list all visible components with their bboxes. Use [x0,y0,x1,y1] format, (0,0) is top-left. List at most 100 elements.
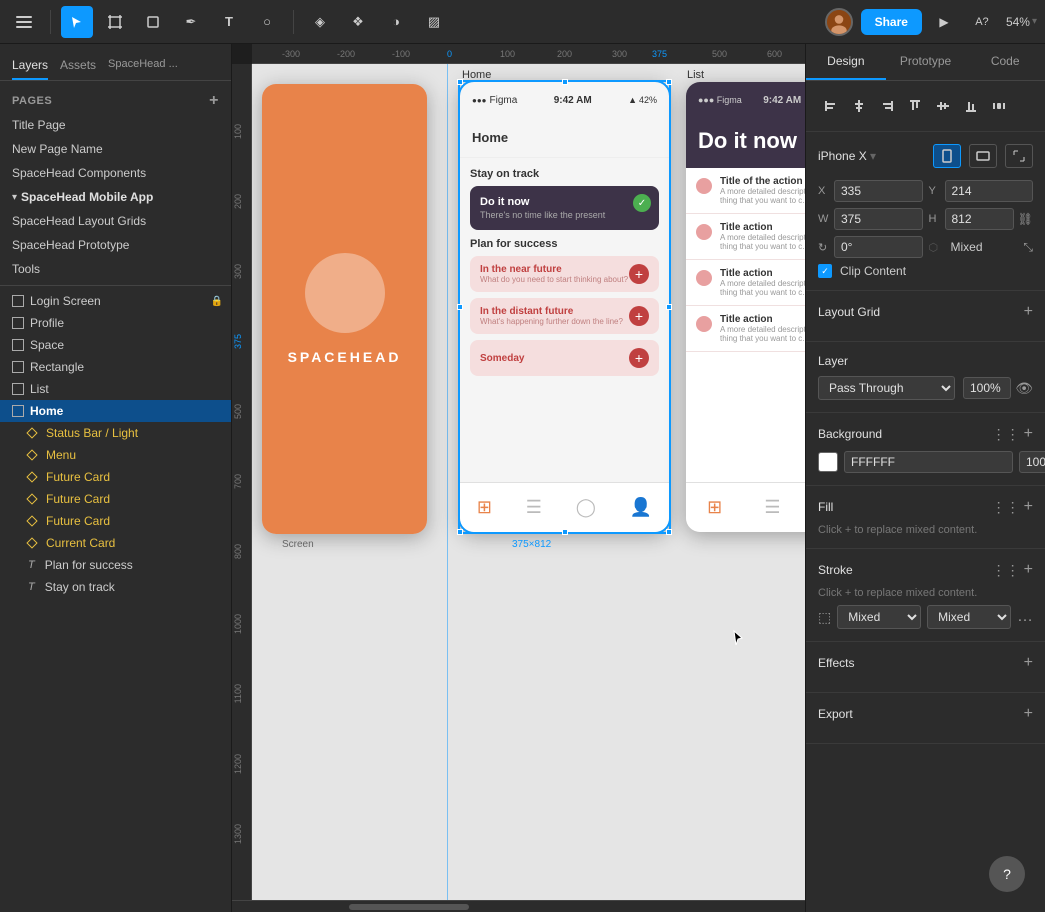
home-tab-icon[interactable]: ⊞ [477,497,492,518]
page-item-newpage[interactable]: New Page Name [0,137,231,161]
add-layout-grid-button[interactable]: + [1024,303,1033,321]
components-button[interactable]: ❖ [342,6,374,38]
visibility-toggle[interactable]: 👁 [1015,380,1033,397]
text-tool-button[interactable]: T [213,6,245,38]
page-item-grids[interactable]: SpaceHead Layout Grids [0,209,231,233]
align-bottom-button[interactable] [958,93,984,119]
tab-assets[interactable]: Assets [60,52,96,80]
expand-button[interactable]: ⤡ [1023,240,1033,255]
pen-tool-button[interactable]: ✒ [175,6,207,38]
profile-tab-icon[interactable]: 👤 [630,497,652,518]
layer-profile[interactable]: Profile [0,312,231,334]
layer-home[interactable]: Home [0,400,231,422]
comment-tool-button[interactable]: ○ [251,6,283,38]
layer-space[interactable]: Space [0,334,231,356]
tab-spacehead[interactable]: SpaceHead ... [108,52,178,80]
grid-icon[interactable]: ⋮⋮ [992,426,1020,443]
plugins-button[interactable]: ◈ [304,6,336,38]
diamond-icon-currentcard [26,537,37,548]
tab-prototype[interactable]: Prototype [886,44,966,80]
add-background-button[interactable]: + [1024,425,1033,443]
align-center-h-button[interactable] [846,93,872,119]
chat-tab-icon[interactable]: ◯ [576,497,596,518]
layer-menu[interactable]: Menu [0,444,231,466]
frame-splash[interactable]: SPACEHEAD [262,84,427,534]
scrollbar-horizontal[interactable] [232,900,805,912]
handle-tr[interactable] [666,79,672,85]
layer-future-card-1[interactable]: Future Card [0,466,231,488]
bg-color-input[interactable] [844,451,1013,473]
opacity-input[interactable] [963,377,1011,399]
layer-login-screen[interactable]: Login Screen 🔒 [0,290,231,312]
add-button-distant[interactable]: + [629,306,649,326]
frame-home[interactable]: ●●● Figma 9:42 AM ▲ 42% Home Stay on tra… [460,82,669,532]
stroke-grid-icon[interactable]: ⋮⋮ [992,562,1020,579]
stroke-type-select[interactable]: Mixed [837,605,921,629]
page-item-mobileapp[interactable]: ▾ SpaceHead Mobile App [0,185,231,209]
tab-design[interactable]: Design [806,44,886,80]
clip-content-checkbox[interactable]: ✓ [818,264,832,278]
device-resize-button[interactable] [1005,144,1033,168]
contrast-button[interactable]: ◑ [380,6,412,38]
x-input[interactable] [834,180,923,202]
page-item-title[interactable]: Title Page [0,113,231,137]
add-fill-button[interactable]: + [1024,498,1033,516]
rotation-input[interactable] [834,236,923,258]
share-button[interactable]: Share [861,9,922,35]
select-tool-button[interactable] [61,6,93,38]
layer-stay-track[interactable]: T Stay on track [0,576,231,598]
layer-rectangle[interactable]: Rectangle [0,356,231,378]
layer-statusbar[interactable]: Status Bar / Light [0,422,231,444]
page-item-tools[interactable]: Tools [0,257,231,281]
layer-current-card[interactable]: Current Card [0,532,231,554]
avatar[interactable] [825,8,853,36]
menu-button[interactable] [8,6,40,38]
stroke-more-button[interactable]: … [1017,608,1033,626]
fill-grid-icon[interactable]: ⋮⋮ [992,499,1020,516]
help-button[interactable]: ? [989,856,1025,892]
shape-tool-button[interactable] [137,6,169,38]
add-page-button[interactable]: + [209,93,219,109]
bg-color-swatch[interactable] [818,452,838,472]
layer-list[interactable]: List [0,378,231,400]
present-button[interactable]: ▶ [930,8,958,36]
page-item-components[interactable]: SpaceHead Components [0,161,231,185]
scroll-thumb[interactable] [349,904,469,910]
add-button-near[interactable]: + [629,264,649,284]
mixed-field: ⬡ Mixed ⤡ [929,237,1034,257]
device-portrait-button[interactable] [933,144,961,168]
layer-future-card-2[interactable]: Future Card [0,488,231,510]
layer-plan-success[interactable]: T Plan for success [0,554,231,576]
bg-opacity-input[interactable] [1019,451,1045,473]
zoom-indicator[interactable]: 54% ▾ [1006,15,1037,29]
list-home-icon[interactable]: ⊞ [707,497,722,518]
stroke-size-select[interactable]: Mixed [927,605,1011,629]
layer-section: Layer Pass Through 👁 [806,342,1045,413]
frame-list[interactable]: ●●● Figma 9:42 AM ▲ 42% Do it now Title [686,82,805,532]
layer-future-card-3[interactable]: Future Card [0,510,231,532]
tab-code[interactable]: Code [965,44,1045,80]
align-center-v-button[interactable] [930,93,956,119]
page-item-prototype[interactable]: SpaceHead Prototype [0,233,231,257]
constrain-proportions-button[interactable]: ⛓ [1018,212,1033,226]
layout-button[interactable]: ▨ [418,6,450,38]
add-export-button[interactable]: + [1024,705,1033,723]
w-input[interactable] [834,208,923,230]
blend-mode-select[interactable]: Pass Through [818,376,955,400]
y-input[interactable] [945,180,1034,202]
align-right-button[interactable] [874,93,900,119]
distribute-button[interactable] [986,93,1012,119]
device-landscape-button[interactable] [969,144,997,168]
add-button-someday[interactable]: + [629,348,649,368]
align-left-button[interactable] [818,93,844,119]
align-top-button[interactable] [902,93,928,119]
add-effect-button[interactable]: + [1024,654,1033,672]
tab-layers[interactable]: Layers [12,52,48,80]
h-input[interactable] [945,208,1014,230]
list-tab-icon[interactable]: ☰ [526,497,542,518]
accessibility-button[interactable]: A? [966,6,998,38]
frame-tool-button[interactable] [99,6,131,38]
canvas-main[interactable]: SPACEHEAD Screen Home ●●● Figma 9:42 AM … [252,64,805,900]
list-list-icon[interactable]: ☰ [764,497,780,518]
add-stroke-button[interactable]: + [1024,561,1033,579]
